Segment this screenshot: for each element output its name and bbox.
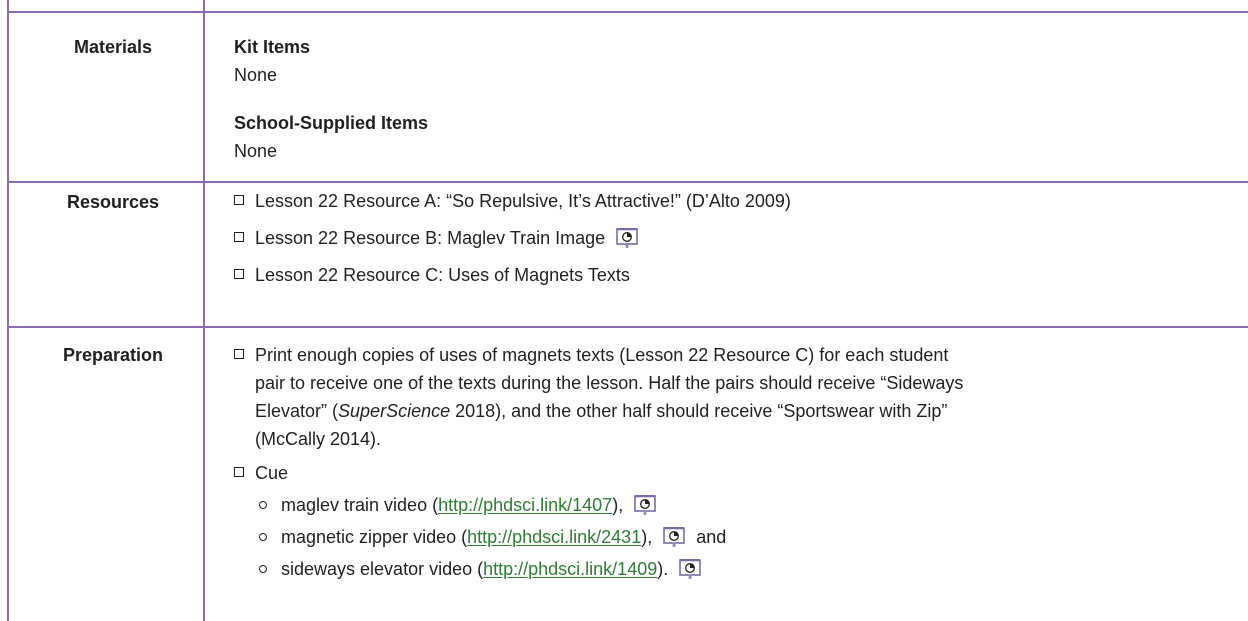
resource-item: Lesson 22 Resource A: “So Repulsive, It’…	[234, 187, 791, 215]
projector-screen-icon	[663, 527, 686, 547]
column-divider	[203, 0, 205, 621]
checkbox-icon	[234, 269, 244, 279]
cue-item: magnetic zipper video (http://phdsci.lin…	[234, 523, 963, 551]
left-border	[7, 0, 9, 621]
materials-label: Materials	[73, 37, 153, 57]
materials-table: Materials Kit Items None School-Supplied…	[7, 0, 1248, 621]
projector-screen-icon	[634, 495, 657, 515]
circle-bullet-icon	[259, 501, 267, 509]
preparation-content: Print enough copies of uses of magnets t…	[234, 341, 963, 583]
resources-label: Resources	[66, 192, 160, 212]
cue-item: maglev train video (http://phdsci.link/1…	[234, 491, 963, 519]
resources-content: Lesson 22 Resource A: “So Repulsive, It’…	[234, 187, 791, 289]
preparation-item: Cue	[234, 459, 963, 487]
row-divider	[7, 326, 1248, 328]
video-link[interactable]: http://phdsci.link/1407	[438, 495, 612, 515]
resource-item: Lesson 22 Resource B: Maglev Train Image	[234, 224, 791, 252]
video-link[interactable]: http://phdsci.link/2431	[467, 527, 641, 547]
checkbox-icon	[234, 195, 244, 205]
preparation-label: Preparation	[62, 345, 164, 365]
cue-item: sideways elevator video (http://phdsci.l…	[234, 555, 963, 583]
circle-bullet-icon	[259, 533, 267, 541]
resource-item: Lesson 22 Resource C: Uses of Magnets Te…	[234, 261, 791, 289]
projector-screen-icon	[679, 559, 702, 579]
materials-content: Kit Items None School-Supplied Items Non…	[234, 33, 428, 165]
projector-screen-icon	[616, 228, 639, 248]
circle-bullet-icon	[259, 565, 267, 573]
row-divider	[7, 181, 1248, 183]
checkbox-icon	[234, 232, 244, 242]
top-border	[7, 11, 1248, 13]
kit-items-value: None	[234, 65, 278, 85]
checkbox-icon	[234, 467, 244, 477]
school-supplied-heading: School-Supplied Items	[234, 113, 429, 133]
school-supplied-value: None	[234, 141, 278, 161]
kit-items-heading: Kit Items	[234, 37, 311, 57]
checkbox-icon	[234, 349, 244, 359]
preparation-item: Print enough copies of uses of magnets t…	[234, 341, 963, 453]
video-link[interactable]: http://phdsci.link/1409	[483, 559, 657, 579]
